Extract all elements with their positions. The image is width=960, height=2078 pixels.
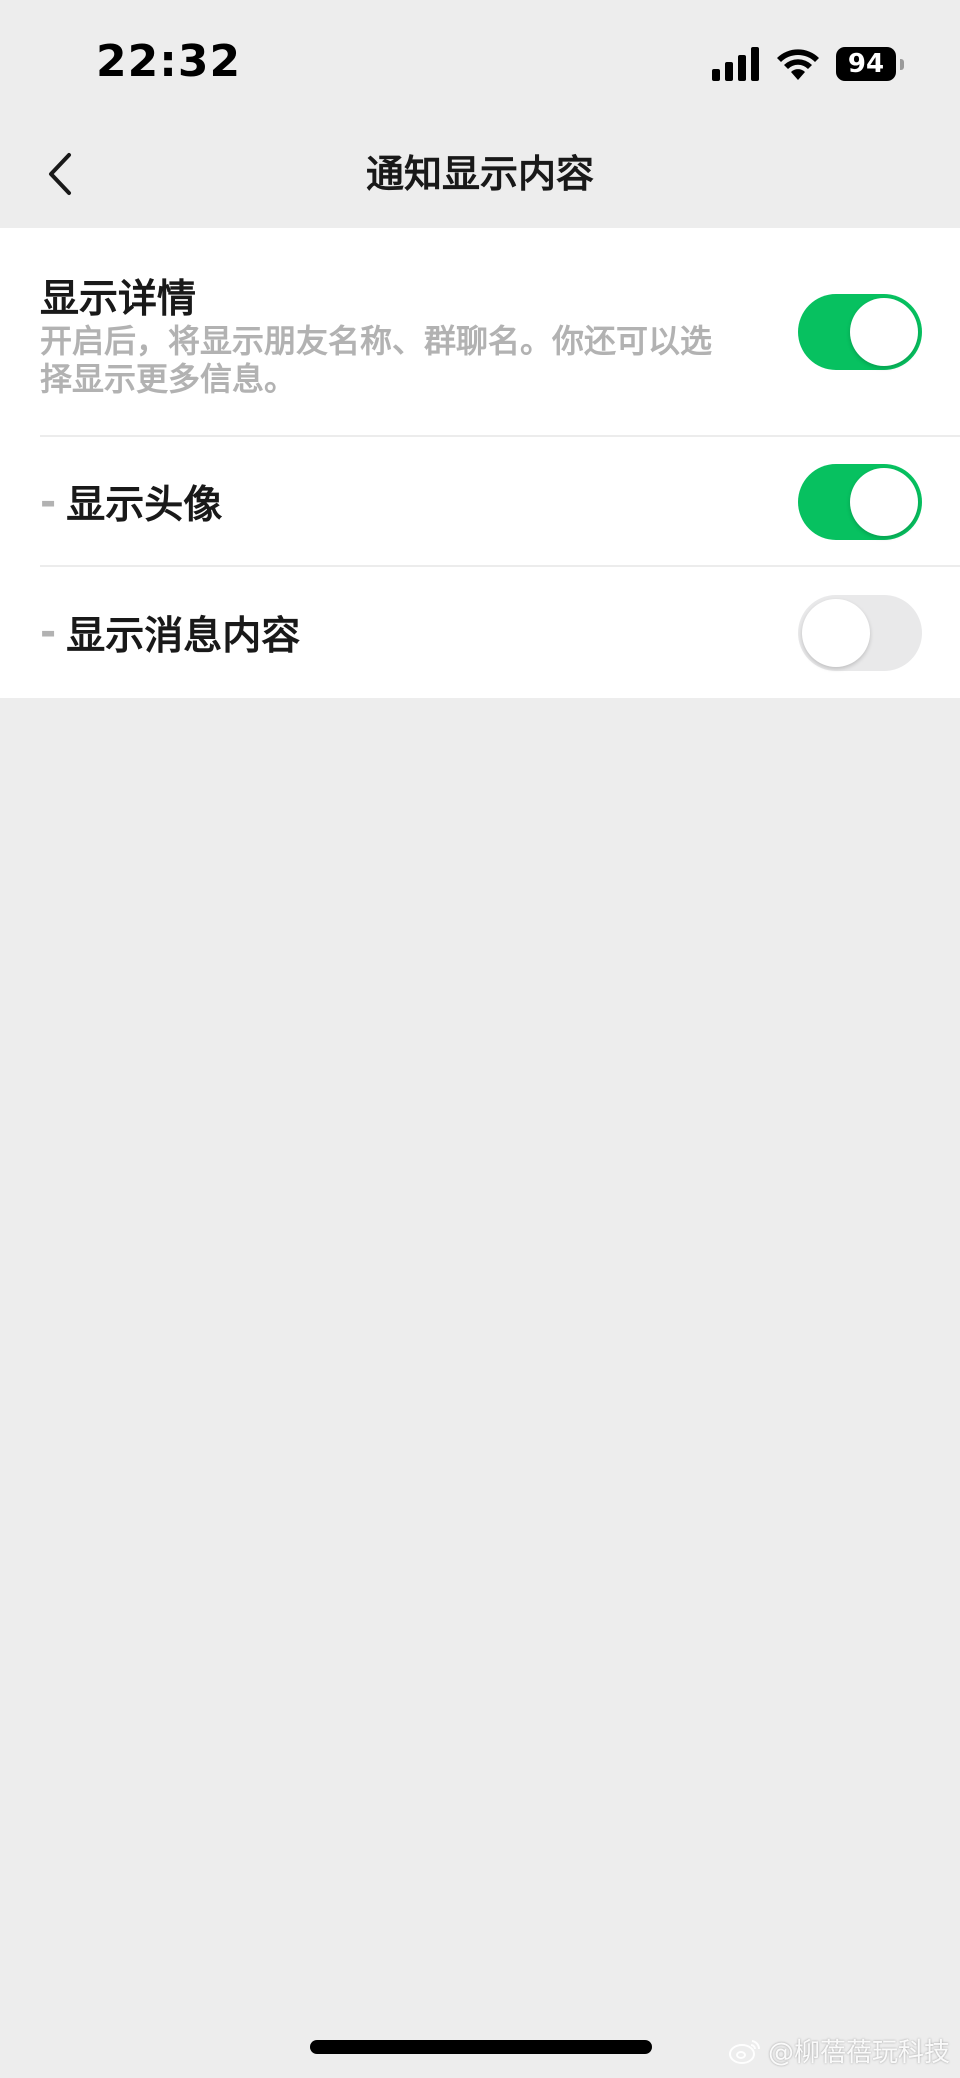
show-avatar-label-group: - 显示头像 [40,437,222,567]
battery-cap [900,59,904,70]
nav-bar: 通知显示内容 [0,120,960,228]
home-indicator[interactable] [310,2040,652,2054]
show-details-description: 开启后，将显示朋友名称、群聊名。你还可以选择显示更多信息。 [40,322,713,398]
page-title: 通知显示内容 [365,152,594,196]
show-avatar-label: 显示头像 [66,483,223,528]
show-details-toggle[interactable] [798,294,922,370]
battery-icon: 94 [836,47,904,81]
show-avatar-toggle[interactable] [798,464,922,540]
settings-card: 显示详情 开启后，将显示朋友名称、群聊名。你还可以选择显示更多信息。 - 显示头… [0,228,960,698]
weibo-logo-icon [728,2039,760,2064]
status-icons: 94 [712,44,904,84]
show-avatar-row: - 显示头像 [0,437,960,567]
watermark: @柳蓓蓓玩科技 [728,2032,950,2069]
show-message-content-label-group: - 显示消息内容 [40,567,300,698]
show-details-title: 显示详情 [40,277,197,322]
toggle-knob [850,298,918,366]
show-details-row: 显示详情 开启后，将显示朋友名称、群聊名。你还可以选择显示更多信息。 [0,228,960,437]
wifi-icon [777,49,819,80]
sub-option-dash: - [40,479,57,525]
status-bar: 22:32 94 [0,0,960,120]
sub-option-dash: - [40,610,57,655]
toggle-knob [802,599,870,667]
status-time: 22:32 [96,36,242,87]
watermark-text: @柳蓓蓓玩科技 [767,2038,950,2068]
back-button[interactable] [30,144,90,204]
show-message-content-row: - 显示消息内容 [0,567,960,698]
signal-icon [712,47,759,81]
battery-level: 94 [847,49,885,79]
show-message-content-label: 显示消息内容 [66,613,301,659]
toggle-knob [850,468,918,536]
show-message-content-toggle[interactable] [798,595,922,671]
chevron-left-icon [49,153,71,195]
